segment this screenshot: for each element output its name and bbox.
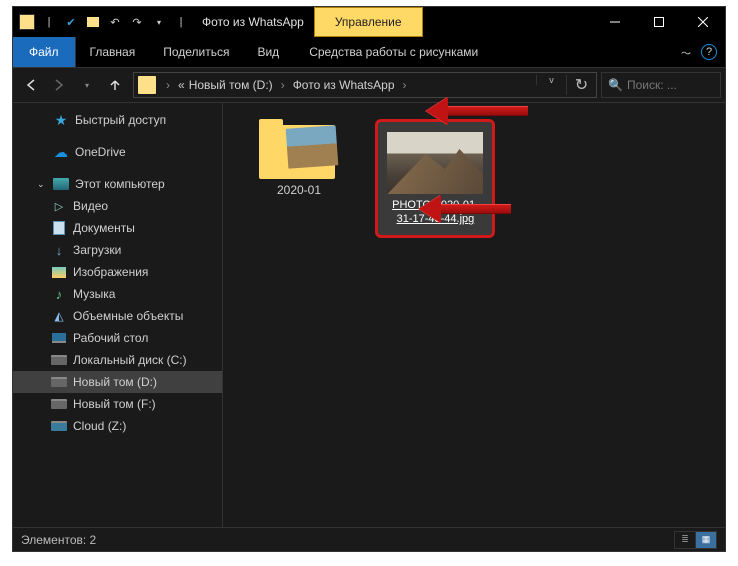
drive-icon [51, 374, 67, 390]
folder-item[interactable]: 2020-01 [239, 119, 359, 197]
image-thumbnail [387, 132, 483, 194]
folder-label: 2020-01 [277, 183, 321, 197]
forward-button[interactable] [45, 71, 73, 99]
sidebar-label: Загрузки [73, 243, 121, 257]
breadcrumb-folder[interactable]: Фото из WhatsApp [291, 78, 397, 92]
qa-sep: | [38, 12, 60, 32]
network-drive-icon [51, 418, 67, 434]
download-icon [51, 242, 67, 258]
chevron-right-icon[interactable]: › [397, 78, 413, 92]
recent-dropdown-icon[interactable]: ▾ [73, 71, 101, 99]
star-icon [53, 112, 69, 128]
sidebar-label: Быстрый доступ [75, 113, 166, 127]
contextual-ribbon-tab[interactable]: Управление [314, 7, 423, 37]
collapse-icon[interactable]: ⌄ [37, 179, 47, 190]
search-placeholder: Поиск: ... [627, 78, 677, 92]
qa-sep2: | [170, 12, 192, 32]
cloud-icon [53, 144, 69, 160]
redo-icon[interactable]: ↷ [126, 12, 148, 32]
desktop-icon [51, 330, 67, 346]
pc-icon [53, 176, 69, 192]
minimize-button[interactable] [593, 7, 637, 37]
body: Быстрый доступ OneDrive ⌄Этот компьютер … [13, 103, 725, 543]
undo-icon[interactable]: ↶ [104, 12, 126, 32]
sidebar-item-drive-c[interactable]: Локальный диск (C:) [13, 349, 222, 371]
qa-toolbar: | ✔ ↶ ↷ ▾ | [13, 12, 192, 32]
tab-home[interactable]: Главная [76, 37, 150, 67]
nav-pane[interactable]: Быстрый доступ OneDrive ⌄Этот компьютер … [13, 103, 223, 543]
search-icon: 🔍 [608, 78, 623, 92]
search-input[interactable]: 🔍 Поиск: ... [601, 72, 721, 98]
tab-file[interactable]: Файл [13, 37, 76, 67]
sidebar-label: Cloud (Z:) [73, 419, 126, 433]
sidebar-item-drive-z[interactable]: Cloud (Z:) [13, 415, 222, 437]
back-button[interactable] [17, 71, 45, 99]
sidebar-label: Этот компьютер [75, 177, 165, 191]
sidebar-label: Локальный диск (C:) [73, 353, 187, 367]
sidebar-item-drive-d[interactable]: Новый том (D:) [13, 371, 222, 393]
sidebar-label: Новый том (F:) [73, 397, 156, 411]
sidebar-item-this-pc[interactable]: ⌄ Этот компьютер [13, 173, 222, 195]
sidebar-label: OneDrive [75, 145, 126, 159]
music-icon [51, 286, 67, 302]
sidebar-item-music[interactable]: Музыка [13, 283, 222, 305]
chevron-right-icon[interactable]: › [160, 78, 176, 92]
sidebar-label: Видео [73, 199, 108, 213]
tab-share[interactable]: Поделиться [149, 37, 243, 67]
qa-check-icon[interactable]: ✔ [60, 12, 82, 32]
sidebar-label: Документы [73, 221, 135, 235]
qa-dropdown-icon[interactable]: ▾ [148, 12, 170, 32]
file-item-selected[interactable]: PHOTO-2020-01-31-17-48-44.jpg [375, 119, 495, 238]
ribbon-tabs: Файл Главная Поделиться Вид Средства раб… [13, 37, 725, 67]
sidebar-item-desktop[interactable]: Рабочий стол [13, 327, 222, 349]
explorer-window: | ✔ ↶ ↷ ▾ | Фото из WhatsApp Управление … [12, 6, 726, 552]
folder-app-icon [19, 14, 35, 30]
status-bar: Элементов: 2 ≣ ▦ [13, 527, 725, 551]
video-icon [51, 198, 67, 214]
view-details-button[interactable]: ≣ [674, 531, 696, 549]
cube-icon [51, 308, 67, 324]
up-button[interactable] [101, 71, 129, 99]
maximize-button[interactable] [637, 7, 681, 37]
sidebar-item-downloads[interactable]: Загрузки [13, 239, 222, 261]
folder-icon [259, 119, 339, 179]
tab-picture-tools[interactable]: Средства работы с рисунками [297, 37, 490, 67]
drive-icon [51, 352, 67, 368]
address-bar[interactable]: › « Новый том (D:) › Фото из WhatsApp › … [133, 72, 597, 98]
chevron-right-icon[interactable]: › [275, 78, 291, 92]
image-icon [51, 264, 67, 280]
sidebar-label: Музыка [73, 287, 115, 301]
addr-dropdown-icon[interactable]: v [536, 75, 566, 85]
help-icon[interactable]: ? [701, 44, 717, 60]
sidebar-item-pictures[interactable]: Изображения [13, 261, 222, 283]
qa-folder-icon[interactable] [82, 12, 104, 32]
nav-bar: ▾ › « Новый том (D:) › Фото из WhatsApp … [13, 67, 725, 103]
view-icons-button[interactable]: ▦ [695, 531, 717, 549]
document-icon [51, 220, 67, 236]
tab-view[interactable]: Вид [243, 37, 293, 67]
window-title: Фото из WhatsApp [202, 15, 304, 29]
sidebar-item-documents[interactable]: Документы [13, 217, 222, 239]
sidebar-label: Объемные объекты [73, 309, 183, 323]
sidebar-item-videos[interactable]: Видео [13, 195, 222, 217]
ribbon-expand-icon[interactable]: 〜 [681, 45, 691, 60]
sidebar-item-quick-access[interactable]: Быстрый доступ [13, 109, 222, 131]
sidebar-label: Рабочий стол [73, 331, 148, 345]
sidebar-item-drive-f[interactable]: Новый том (F:) [13, 393, 222, 415]
breadcrumb-root[interactable]: « [176, 78, 187, 92]
breadcrumb-folder-icon [138, 76, 156, 94]
status-item-count: Элементов: 2 [21, 533, 96, 547]
drive-icon [51, 396, 67, 412]
sidebar-label: Изображения [73, 265, 148, 279]
close-button[interactable] [681, 7, 725, 37]
sidebar-item-3d-objects[interactable]: Объемные объекты [13, 305, 222, 327]
content-area[interactable]: 2020-01 PHOTO-2020-01-31-17-48-44.jpg [223, 103, 725, 543]
sidebar-item-onedrive[interactable]: OneDrive [13, 141, 222, 163]
titlebar: | ✔ ↶ ↷ ▾ | Фото из WhatsApp Управление [13, 7, 725, 37]
breadcrumb-drive[interactable]: Новый том (D:) [187, 78, 275, 92]
file-label: PHOTO-2020-01-31-17-48-44.jpg [382, 198, 488, 231]
refresh-button[interactable]: ↻ [566, 75, 596, 95]
sidebar-label: Новый том (D:) [73, 375, 157, 389]
